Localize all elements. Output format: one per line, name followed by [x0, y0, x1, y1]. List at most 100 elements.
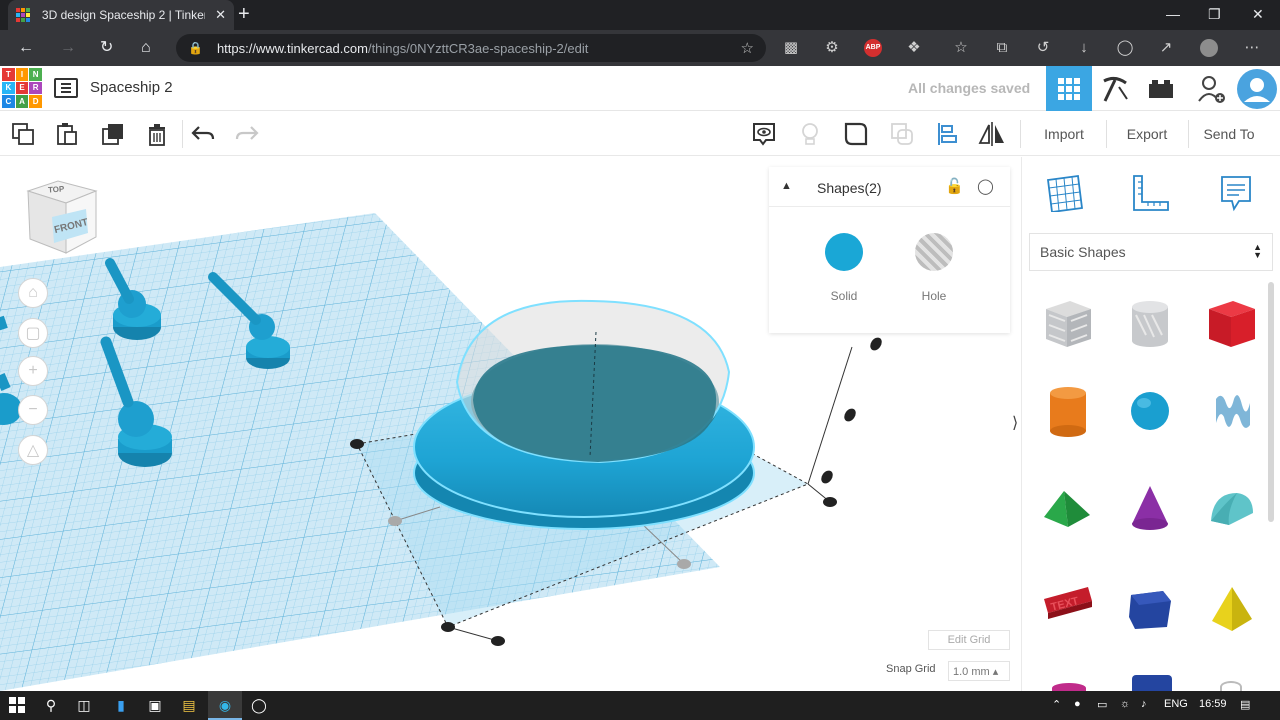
fit-view-button[interactable]: ▢	[18, 318, 48, 348]
copy-button[interactable]	[10, 122, 36, 146]
history-icon[interactable]: ↺	[1034, 39, 1052, 57]
adblock-icon[interactable]: ABP	[864, 39, 882, 57]
language-indicator[interactable]: ENG	[1164, 698, 1188, 710]
windows-start-icon[interactable]	[8, 696, 26, 714]
send-to-button[interactable]: Send To	[1194, 118, 1264, 150]
task-view-icon[interactable]: ◫	[75, 696, 93, 714]
design-title[interactable]: Spaceship 2	[90, 79, 173, 96]
home-view-button[interactable]: ⌂	[18, 278, 48, 308]
zoom-in-button[interactable]: +	[18, 356, 48, 386]
import-button[interactable]: Import	[1028, 118, 1100, 150]
3d-view-button[interactable]	[1046, 66, 1092, 111]
search-icon[interactable]: ⚲	[42, 696, 60, 714]
shape-text[interactable]: TEXT	[1038, 571, 1098, 631]
dome-hole-shape[interactable]	[455, 299, 731, 464]
view-cube[interactable]: TOP FRONT	[24, 177, 100, 264]
solid-label: Solid	[830, 289, 858, 303]
shape-roof[interactable]	[1038, 479, 1098, 539]
hole-option[interactable]: Hole	[904, 233, 964, 303]
invite-user-button[interactable]	[1188, 66, 1234, 111]
shape-pyramid[interactable]	[1202, 579, 1262, 639]
panel-collapse-icon[interactable]: ⟩	[1012, 413, 1018, 433]
tab-close-icon[interactable]: ✕	[215, 7, 226, 23]
edit-grid-button[interactable]: Edit Grid	[928, 630, 1010, 650]
notes-tool-button[interactable]	[1214, 171, 1258, 215]
hole-swatch[interactable]	[915, 233, 953, 271]
lightbulb-icon[interactable]: ◯	[977, 177, 994, 195]
bricks-button[interactable]	[1138, 66, 1184, 111]
ruler-tool-button[interactable]	[1128, 171, 1172, 215]
tray-chevron-icon[interactable]: ⌃	[1052, 698, 1061, 711]
shape-sphere[interactable]	[1120, 381, 1180, 441]
solid-swatch[interactable]	[825, 233, 863, 271]
mirror-button[interactable]	[978, 122, 1004, 146]
file-explorer-icon[interactable]: ▤	[180, 696, 198, 714]
volume-icon[interactable]: ♪	[1141, 698, 1147, 710]
refresh-icon[interactable]: ↻	[100, 38, 113, 58]
wifi-icon[interactable]: ☼	[1120, 698, 1130, 710]
extension-icon[interactable]: ▩	[782, 39, 800, 57]
shape-box[interactable]	[1202, 293, 1262, 353]
shape-cylinder[interactable]	[1038, 381, 1098, 441]
duplicate-button[interactable]	[100, 122, 126, 146]
clock[interactable]: 16:59	[1199, 698, 1227, 710]
address-bar[interactable]: 🔒 https://www.tinkercad.com/things/0NYzt…	[176, 34, 766, 62]
shapes-scrollbar[interactable]	[1268, 282, 1274, 522]
favorite-star-icon[interactable]: ☆	[741, 39, 754, 57]
shape-scribble[interactable]	[1202, 381, 1262, 441]
paste-button[interactable]	[54, 122, 80, 146]
delete-button[interactable]	[144, 122, 170, 146]
collapse-up-icon[interactable]: ▲	[781, 180, 792, 192]
user-avatar[interactable]	[1234, 66, 1280, 111]
codeblocks-button[interactable]	[1092, 66, 1138, 111]
zoom-out-button[interactable]: −	[18, 395, 48, 425]
new-tab-button[interactable]: +	[238, 4, 250, 24]
shape-category-select[interactable]: Basic Shapes ▲ ▼	[1029, 233, 1273, 271]
workplane-tool-button[interactable]	[1042, 171, 1086, 215]
profile-avatar-icon[interactable]	[1200, 39, 1218, 57]
app-icon-2[interactable]: ◯	[250, 696, 268, 714]
download-icon[interactable]: ↓	[1075, 39, 1093, 57]
toolbar-divider	[1106, 120, 1107, 148]
gear-icon[interactable]: ⚙	[823, 39, 841, 57]
more-menu-icon[interactable]: ⋯	[1243, 39, 1261, 57]
show-all-button[interactable]	[797, 122, 823, 146]
share-icon[interactable]: ↗	[1157, 39, 1175, 57]
collections-icon[interactable]: ⧉	[993, 39, 1011, 57]
group-button[interactable]	[843, 122, 869, 146]
lock-icon[interactable]: 🔓	[945, 177, 964, 195]
export-button[interactable]: Export	[1112, 118, 1182, 150]
shape-partial-star[interactable]	[1132, 675, 1172, 691]
back-icon[interactable]: ←	[18, 38, 34, 58]
snap-grid-select[interactable]: 1.0 mm ▴	[948, 661, 1010, 681]
edge-browser-icon[interactable]: ◉	[216, 696, 234, 714]
tinkercad-logo[interactable]: TIN KER CAD	[2, 68, 42, 108]
shape-box-hole[interactable]	[1038, 293, 1098, 353]
app-icon[interactable]: ▮	[112, 696, 130, 714]
redo-button[interactable]	[234, 122, 260, 146]
design-list-icon[interactable]	[54, 78, 78, 98]
puzzle-icon[interactable]: ❖	[905, 39, 923, 57]
shape-cylinder-hole[interactable]	[1120, 293, 1180, 353]
shape-cone[interactable]	[1120, 479, 1180, 539]
browser-essentials-icon[interactable]: ◯	[1116, 39, 1134, 57]
forward-icon[interactable]: →	[60, 38, 76, 58]
browser-tab[interactable]: 3D design Spaceship 2 | Tinkercad ✕	[8, 0, 234, 30]
minimize-icon[interactable]: —	[1166, 6, 1180, 22]
align-button[interactable]	[934, 122, 960, 146]
notifications-icon[interactable]: ▤	[1240, 698, 1250, 711]
battery-icon[interactable]: ▭	[1097, 698, 1107, 711]
notes-button[interactable]	[751, 122, 777, 146]
undo-button[interactable]	[190, 122, 216, 146]
favorites-icon[interactable]: ☆	[952, 39, 970, 57]
shape-round-roof[interactable]	[1202, 479, 1262, 539]
ungroup-button[interactable]	[889, 122, 915, 146]
window-close-icon[interactable]: ✕	[1252, 6, 1264, 23]
solid-option[interactable]: Solid	[814, 233, 874, 303]
perspective-toggle-button[interactable]: △	[18, 435, 48, 465]
store-icon[interactable]: ▣	[146, 696, 164, 714]
home-icon[interactable]: ⌂	[141, 38, 151, 58]
restore-icon[interactable]: ❐	[1208, 6, 1221, 23]
microphone-icon[interactable]: ●	[1074, 698, 1081, 710]
shape-polygon[interactable]	[1120, 579, 1180, 639]
